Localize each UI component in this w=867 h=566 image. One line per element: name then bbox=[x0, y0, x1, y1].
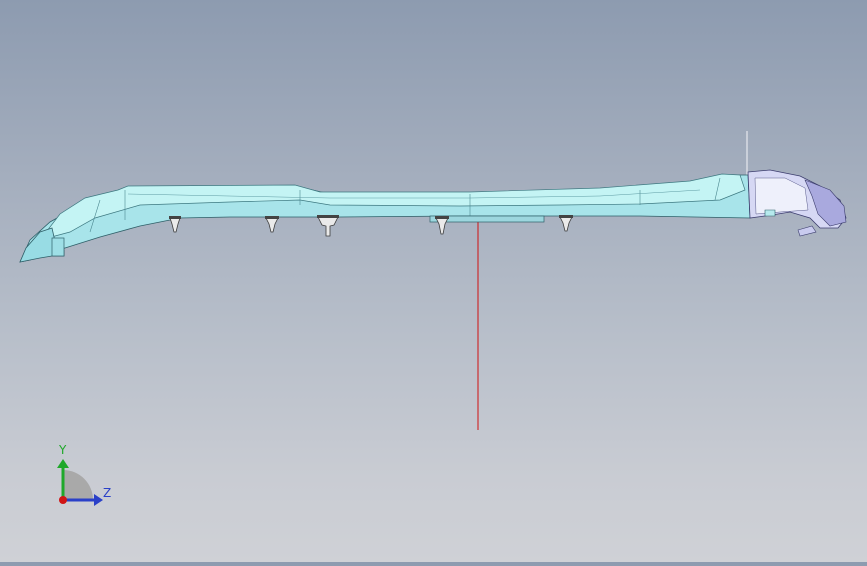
roof-rail-model[interactable] bbox=[19, 169, 847, 263]
rear-mount bbox=[764, 209, 776, 217]
triad-z-arrow bbox=[94, 494, 103, 506]
graphics-viewport[interactable]: Y Z bbox=[0, 0, 867, 562]
triad-y-arrow bbox=[57, 459, 69, 468]
triad-quarter-disc bbox=[63, 470, 93, 500]
model-view[interactable] bbox=[0, 0, 867, 562]
rail-front-tab bbox=[51, 237, 65, 257]
triad-x-axis-dot bbox=[59, 496, 67, 504]
view-triad bbox=[57, 459, 103, 506]
triad-y-label: Y bbox=[59, 443, 67, 457]
triad-z-label: Z bbox=[103, 486, 112, 500]
rear-clip bbox=[797, 225, 817, 237]
